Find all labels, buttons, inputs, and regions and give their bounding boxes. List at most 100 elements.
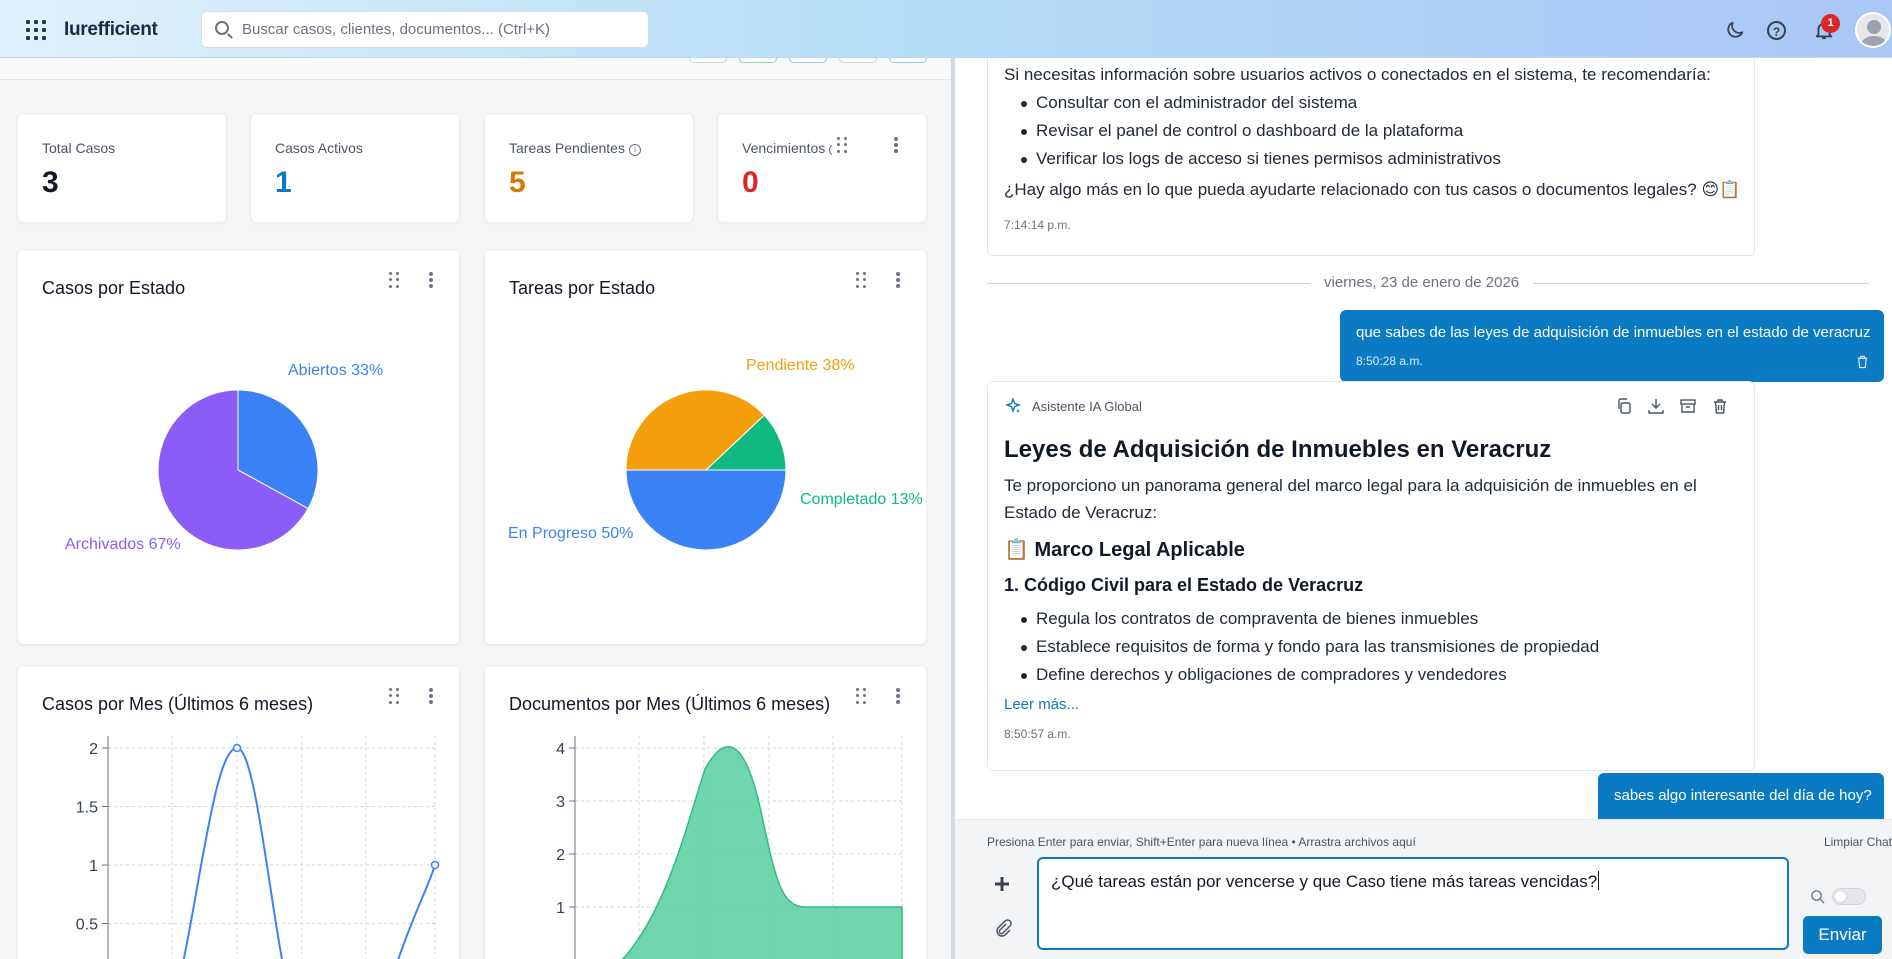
stat-value: 0 — [742, 166, 759, 199]
pie-slice[interactable] — [625, 469, 787, 551]
date-separator-label: viernes, 23 de enero de 2026 — [1310, 274, 1534, 291]
stat-value: 3 — [42, 166, 59, 199]
y-tick-label: 1 — [89, 858, 98, 875]
user-message: que sabes de las leyes de adquisición de… — [1340, 310, 1884, 382]
help-icon[interactable]: ? — [1767, 21, 1786, 40]
message-heading: Leyes de Adquisición de Inmuebles en Ver… — [1004, 436, 1552, 463]
list-item: Consultar con el administrador del siste… — [1020, 93, 1358, 112]
list-item: Verificar los logs de acceso si tienes p… — [1021, 149, 1501, 168]
list-item: Regula los contratos de compraventa de b… — [1020, 609, 1479, 628]
dashboard-toolbar — [0, 58, 951, 80]
toolbar-button[interactable] — [689, 58, 727, 63]
drag-handle-icon — [837, 137, 847, 153]
app-logo[interactable]: Iurefficient — [64, 19, 158, 41]
pie-chart-tareas: Pendiente 38% Completado 13% En Progreso 5… — [508, 357, 923, 551]
stat-label-text: Vencimientos — [742, 140, 826, 156]
list-item: Revisar el panel de control o dashboard … — [1020, 121, 1464, 140]
dashboard-panel: Total Casos 3 Casos Activos 1 Tareas Pen… — [0, 58, 951, 959]
message-timestamp: 7:14:14 p.m. — [1004, 218, 1071, 232]
stat-card-tareas-pendientes: Tareas Pendientes i 5 — [484, 113, 694, 223]
data-point[interactable] — [430, 860, 440, 870]
copy-icon[interactable] — [1616, 398, 1632, 414]
web-search-toggle[interactable] — [1832, 888, 1866, 905]
chart-card-casos-mes: Casos por Mes (Últimos 6 meses) 2 1.5 1 0.5 — [17, 665, 460, 959]
pie-label: Abiertos 33% — [288, 362, 383, 379]
stat-value: 5 — [509, 166, 526, 199]
assistant-message: Asistente IA Global Leyes de Adquisición… — [987, 381, 1755, 771]
toolbar-button[interactable] — [839, 58, 877, 63]
message-subheading: 1. Código Civil para el Estado de Veracr… — [1004, 575, 1364, 595]
pie-label: Pendiente 38% — [746, 357, 855, 374]
notification-badge: 1 — [1821, 14, 1840, 33]
y-tick-label: 1 — [556, 900, 565, 917]
send-button[interactable]: Enviar — [1803, 916, 1882, 954]
toolbar-button[interactable] — [739, 58, 777, 63]
stat-label-text: Tareas Pendientes — [509, 140, 625, 156]
drag-handle[interactable] — [832, 134, 852, 156]
pie-chart-casos: Abiertos 33% Archivados 67% — [65, 362, 383, 553]
toolbar-button[interactable] — [789, 58, 827, 63]
y-tick-label: 1.5 — [76, 800, 98, 817]
download-icon[interactable] — [1648, 398, 1664, 414]
chart-card-documentos-mes: Documentos por Mes (Últimos 6 meses) 432… — [484, 665, 927, 959]
message-text: sabes algo interesante del día de hoy? — [1614, 787, 1872, 804]
message-timestamp: 8:50:57 a.m. — [1004, 727, 1071, 741]
trash-icon[interactable] — [1712, 398, 1728, 414]
stat-card-casos-activos: Casos Activos 1 — [250, 113, 460, 223]
y-tick-label: 3 — [556, 794, 565, 811]
date-separator: viernes, 23 de enero de 2026 — [987, 274, 1869, 294]
apps-grid-icon[interactable] — [26, 20, 46, 40]
search-icon[interactable] — [1810, 889, 1825, 904]
chat-message-input[interactable]: ¿Qué tareas están por vencerse y que Cas… — [1037, 857, 1789, 950]
message-text: ¿Hay algo más en lo que pueda ayudarte r… — [1004, 180, 1741, 199]
read-more-link[interactable]: Leer más... — [1004, 696, 1079, 713]
pie-label: En Progreso 50% — [508, 525, 633, 542]
area-chart-documentos: 4 3 2 1 — [556, 736, 903, 959]
line-series[interactable] — [173, 746, 436, 959]
stat-label: Casos Activos — [275, 140, 363, 156]
composer-hint: Presiona Enter para enviar, Shift+Enter … — [987, 835, 1416, 849]
dark-mode-moon-icon[interactable] — [1724, 19, 1746, 41]
stat-card-vencimientos: Vencimientosi 0 — [717, 113, 927, 223]
plus-icon[interactable] — [993, 875, 1011, 893]
y-tick-label: 0.5 — [76, 917, 98, 934]
user-avatar[interactable] — [1855, 12, 1891, 48]
message-text: Estado de Veracruz: — [1004, 503, 1158, 522]
chat-panel: Si necesitas información sobre usuarios … — [955, 58, 1892, 959]
y-tick-label: 4 — [556, 741, 565, 758]
top-bar: Iurefficient ? 1 — [0, 0, 1892, 58]
clear-chat-button[interactable]: Limpiar Chat — [1824, 835, 1892, 849]
area-series[interactable] — [575, 746, 903, 959]
assistant-message: Si necesitas información sobre usuarios … — [987, 58, 1755, 256]
archive-icon[interactable] — [1680, 398, 1696, 414]
y-tick-label: 2 — [89, 741, 98, 758]
line-chart-casos: 2 1.5 1 0.5 — [76, 736, 440, 959]
chart-card-casos-estado: Casos por Estado Abiertos 33% Archivados … — [17, 249, 460, 645]
chart-card-tareas-estado: Tareas por Estado Pendiente 38% Completad… — [484, 249, 927, 645]
message-text: Te proporciono un panorama general del m… — [1004, 476, 1697, 495]
trash-icon[interactable] — [1856, 355, 1869, 369]
stat-label: Vencimientosi — [742, 140, 842, 156]
paperclip-icon[interactable] — [994, 919, 1012, 937]
global-search[interactable] — [201, 11, 649, 48]
chat-composer: Presiona Enter para enviar, Shift+Enter … — [955, 819, 1892, 959]
message-sender: Asistente IA Global — [1032, 399, 1142, 414]
list-item: Define derechos y obligaciones de compra… — [1021, 665, 1507, 684]
sparkle-icon — [1004, 397, 1022, 414]
message-timestamp: 8:50:28 a.m. — [1356, 354, 1423, 368]
stat-value: 1 — [275, 166, 292, 199]
toolbar-button[interactable] — [889, 58, 927, 63]
y-tick-label: 2 — [556, 847, 565, 864]
pie-label: Completado 13% — [800, 491, 923, 508]
info-icon[interactable]: i — [628, 144, 641, 156]
stat-card-total-casos: Total Casos 3 — [17, 113, 227, 223]
stat-label: Total Casos — [42, 140, 116, 156]
chat-input-value: ¿Qué tareas están por vencerse y que Cas… — [1051, 872, 1598, 891]
search-input[interactable] — [242, 12, 642, 47]
more-options-icon[interactable] — [894, 137, 898, 153]
data-point[interactable] — [232, 743, 242, 753]
search-icon — [215, 21, 229, 35]
list-item: Establece requisitos de forma y fondo pa… — [1020, 637, 1600, 656]
message-text: que sabes de las leyes de adquisición de… — [1356, 324, 1871, 341]
message-text: Si necesitas información sobre usuarios … — [1004, 65, 1711, 84]
